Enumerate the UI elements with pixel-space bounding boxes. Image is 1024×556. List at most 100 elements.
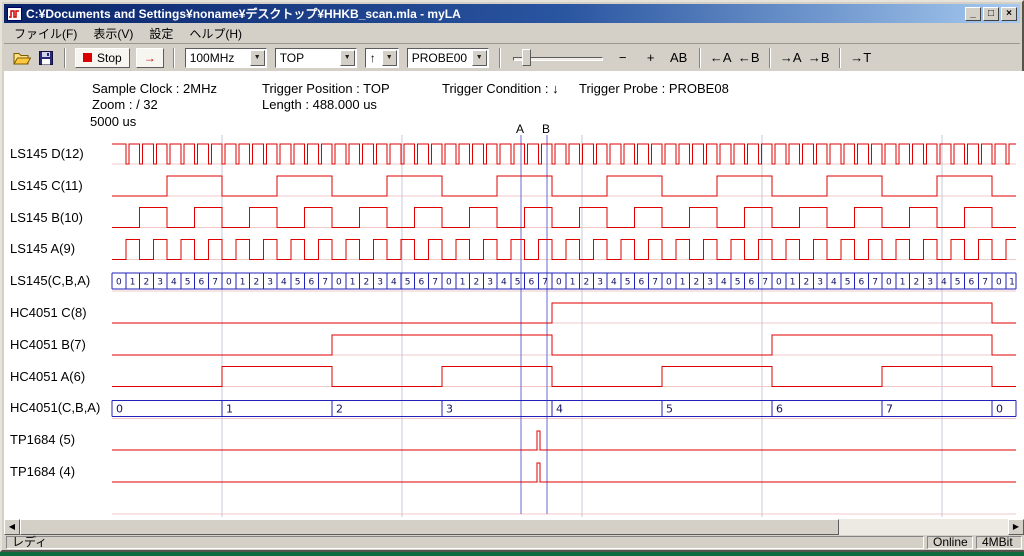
sample-clock-combo[interactable]: 100MHz ▼ [185, 48, 267, 68]
title-bar: C:¥Documents and Settings¥noname¥デスクトップ¥… [4, 4, 1020, 23]
bus-value: 2 [144, 278, 150, 288]
zoom-slider-thumb[interactable] [522, 49, 531, 66]
bus-value: 0 [226, 278, 232, 288]
bus-value: 4 [171, 278, 177, 288]
signal-waveform [112, 176, 1016, 196]
bus-value: 1 [680, 278, 686, 288]
stop-button[interactable]: Stop [75, 48, 130, 68]
trigger-edge-combo[interactable]: ↑ ▼ [365, 48, 399, 68]
bus-value: 3 [707, 278, 713, 288]
app-window: C:¥Documents and Settings¥noname¥デスクトップ¥… [0, 0, 1024, 552]
bus-value: 2 [364, 278, 370, 288]
toolbar: Stop → 100MHz ▼ TOP ▼ ↑ ▼ PROBE00 ▼ − + … [4, 43, 1020, 71]
run-button[interactable]: → [136, 48, 164, 68]
chevron-down-icon[interactable]: ▼ [382, 50, 397, 66]
bus-value: 1 [226, 402, 233, 415]
bus-value: 2 [254, 278, 260, 288]
menu-view[interactable]: 表示(V) [85, 23, 141, 44]
bus-value: 6 [859, 278, 865, 288]
bus-value: 6 [199, 278, 205, 288]
bus-value: 3 [267, 278, 273, 288]
bus-value: 6 [969, 278, 975, 288]
signal-waveform [112, 239, 1016, 259]
bus-value: 3 [597, 278, 603, 288]
scroll-right-button[interactable]: ▶ [1008, 519, 1024, 535]
waveform-area[interactable]: Sample Clock : 2MHz Trigger Position : T… [4, 71, 1024, 519]
bus-value: 1 [570, 278, 576, 288]
bus-value: 4 [831, 278, 837, 288]
goto-b-left-button[interactable]: ←B [737, 48, 761, 68]
chevron-down-icon[interactable]: ▼ [340, 50, 355, 66]
bus-value: 2 [804, 278, 810, 288]
menu-file[interactable]: ファイル(F) [6, 23, 85, 44]
ab-button[interactable]: AB [667, 48, 691, 68]
minimize-button[interactable]: _ [965, 7, 981, 21]
bus-value: 3 [927, 278, 933, 288]
bus-value: 6 [419, 278, 425, 288]
goto-b-right-button[interactable]: →B [807, 48, 831, 68]
open-folder-icon [13, 51, 31, 65]
bus-value: 6 [749, 278, 755, 288]
bus-value: 2 [474, 278, 480, 288]
bus-value: 4 [721, 278, 727, 288]
trigger-position-combo[interactable]: TOP ▼ [275, 48, 357, 68]
bus-value: 3 [157, 278, 163, 288]
close-button[interactable]: × [1001, 7, 1017, 21]
bus-value: 4 [391, 278, 397, 288]
horizontal-scrollbar[interactable]: ◀ ▶ [4, 519, 1024, 535]
menu-settings[interactable]: 設定 [141, 23, 181, 44]
bus-value: 5 [405, 278, 411, 288]
bus-value: 5 [185, 278, 191, 288]
bus-value: 0 [886, 278, 892, 288]
status-memory: 4MBit [976, 536, 1022, 549]
bus-value: 5 [955, 278, 961, 288]
zoom-in-button[interactable]: + [639, 48, 663, 68]
bus-value: 5 [295, 278, 301, 288]
bus-value: 2 [584, 278, 590, 288]
bus-value: 0 [776, 278, 782, 288]
bus-value: 7 [982, 278, 988, 288]
zoom-out-button[interactable]: − [611, 48, 635, 68]
bus-value: 1 [460, 278, 466, 288]
bus-value: 2 [336, 402, 343, 415]
trigger-probe-combo[interactable]: PROBE00 ▼ [407, 48, 489, 68]
status-bar: レディ Online 4MBit [4, 535, 1024, 550]
toolbar-separator [499, 48, 501, 68]
app-icon[interactable] [7, 7, 22, 21]
goto-trigger-button[interactable]: →T [849, 48, 873, 68]
bus-value: 0 [116, 278, 122, 288]
bus-value: 3 [487, 278, 493, 288]
bus-value: 3 [817, 278, 823, 288]
scroll-left-button[interactable]: ◀ [4, 519, 20, 535]
bus-value: 5 [515, 278, 521, 288]
bus-value: 0 [116, 402, 123, 415]
save-floppy-icon [39, 51, 53, 65]
bus-value: 4 [501, 278, 507, 288]
chevron-down-icon[interactable]: ▼ [472, 50, 487, 66]
zoom-slider[interactable] [513, 47, 603, 69]
scroll-thumb[interactable] [20, 519, 839, 535]
bus-value: 6 [529, 278, 535, 288]
bus-value: 2 [914, 278, 920, 288]
maximize-button[interactable]: □ [983, 7, 999, 21]
signal-waveform [112, 463, 1016, 482]
goto-a-left-button[interactable]: ←A [709, 48, 733, 68]
bus-value: 5 [666, 402, 673, 415]
signal-waveform [112, 303, 1016, 323]
bus-value: 6 [309, 278, 315, 288]
bus-value: 4 [556, 402, 563, 415]
goto-a-right-button[interactable]: →A [779, 48, 803, 68]
bus-value: 6 [776, 402, 783, 415]
waveform-plot[interactable]: 0123456701234567012345670123456701234567… [4, 71, 1024, 519]
chevron-down-icon[interactable]: ▼ [250, 50, 265, 66]
bus-value: 1 [790, 278, 796, 288]
toolbar-separator [699, 48, 701, 68]
save-button[interactable] [34, 47, 58, 69]
bus-value: 5 [845, 278, 851, 288]
menu-help[interactable]: ヘルプ(H) [181, 23, 250, 44]
bus-value: 4 [941, 278, 947, 288]
bus-value: 1 [350, 278, 356, 288]
open-button[interactable] [10, 47, 34, 69]
stop-icon [83, 53, 92, 62]
bus-value: 0 [666, 278, 672, 288]
